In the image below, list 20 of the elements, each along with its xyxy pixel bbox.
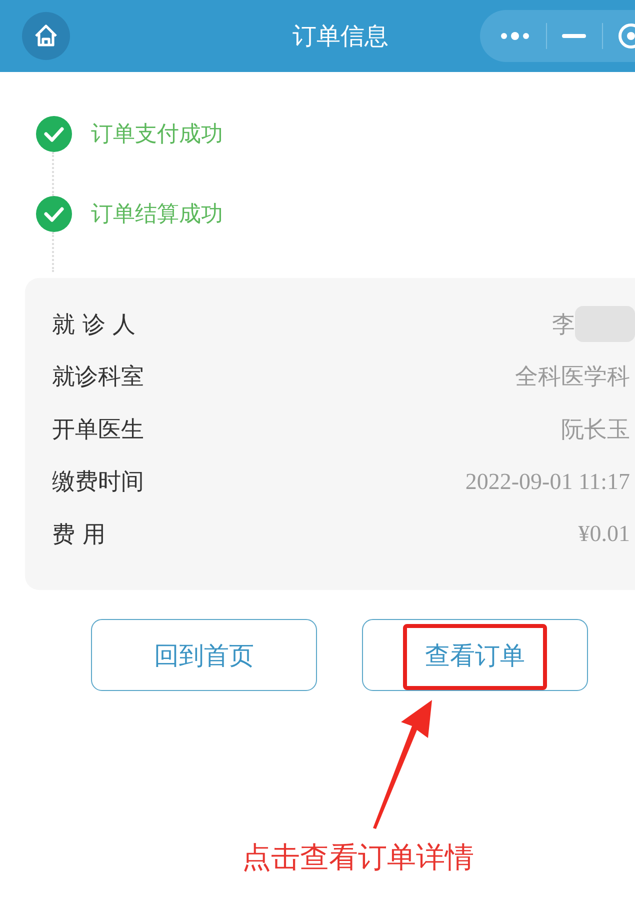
action-button[interactable]: 回到首页 <box>91 619 317 691</box>
field-value: 全科医学科 <box>515 363 630 392</box>
annotation-caption: 点击查看订单详情 <box>241 839 475 876</box>
field-value: ¥0.01 <box>578 521 630 548</box>
step-label: 订单结算成功 <box>91 201 223 229</box>
home-button[interactable] <box>22 12 70 60</box>
field-value: 阮长玉 <box>561 416 630 445</box>
minimize-icon[interactable] <box>562 33 586 39</box>
close-icon[interactable] <box>617 22 635 50</box>
field-value: 2022-09-01 11:17 <box>465 468 630 495</box>
action-button[interactable]: 查看订单 <box>362 619 588 691</box>
step-label: 订单支付成功 <box>91 121 223 149</box>
more-icon[interactable] <box>500 31 530 41</box>
field-label: 就 诊 人 <box>52 310 136 340</box>
field-label: 就诊科室 <box>52 363 144 392</box>
field-value: 李 <box>552 310 575 340</box>
field-label: 开单医生 <box>52 416 144 445</box>
page-title: 订单信息 <box>292 21 388 52</box>
field-label: 费 用 <box>52 520 106 550</box>
field-label: 缴费时间 <box>52 468 144 498</box>
